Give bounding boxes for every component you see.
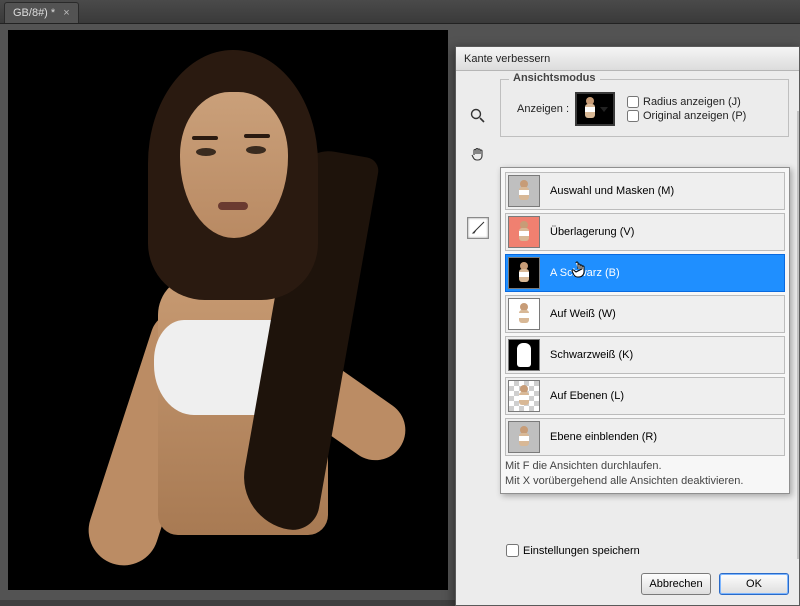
close-icon[interactable]: × bbox=[63, 7, 69, 19]
cancel-button[interactable]: Abbrechen bbox=[641, 573, 711, 595]
original-checkbox-label: Original anzeigen (P) bbox=[643, 110, 746, 122]
view-option-thumb bbox=[508, 175, 540, 207]
view-option-l[interactable]: Auf Ebenen (L) bbox=[505, 377, 785, 415]
view-option-k[interactable]: Schwarzweiß (K) bbox=[505, 336, 785, 374]
view-option-label: Auf Weiß (W) bbox=[550, 308, 616, 320]
view-mode-dropdown-button[interactable] bbox=[575, 92, 615, 126]
image-canvas[interactable] bbox=[8, 30, 448, 590]
document-tab[interactable]: GB/8#) * × bbox=[4, 2, 79, 23]
ok-button[interactable]: OK bbox=[719, 573, 789, 595]
workspace: Kante verbessern Ansichtsmodus A bbox=[0, 24, 800, 600]
view-option-label: A Schwarz (B) bbox=[550, 267, 620, 279]
dialog-title: Kante verbessern bbox=[464, 53, 550, 65]
view-option-b[interactable]: A Schwarz (B) bbox=[505, 254, 785, 292]
photo-subject bbox=[118, 50, 398, 590]
view-option-label: Ebene einblenden (R) bbox=[550, 431, 657, 443]
view-option-label: Auf Ebenen (L) bbox=[550, 390, 624, 402]
view-option-r[interactable]: Ebene einblenden (R) bbox=[505, 418, 785, 456]
zoom-tool-icon[interactable] bbox=[467, 105, 489, 127]
view-option-label: Schwarzweiß (K) bbox=[550, 349, 633, 361]
show-label: Anzeigen : bbox=[509, 103, 569, 115]
hand-tool-icon[interactable] bbox=[467, 143, 489, 165]
view-option-w[interactable]: Auf Weiß (W) bbox=[505, 295, 785, 333]
original-checkbox-input[interactable] bbox=[627, 110, 639, 122]
view-option-thumb bbox=[508, 380, 540, 412]
view-mode-legend: Ansichtsmodus bbox=[509, 72, 600, 84]
view-mode-dropdown-list: Auswahl und Masken (M) Überlagerung (V) A … bbox=[500, 167, 790, 494]
view-option-v[interactable]: Überlagerung (V) bbox=[505, 213, 785, 251]
save-settings-label: Einstellungen speichern bbox=[523, 545, 640, 557]
view-option-thumb bbox=[508, 298, 540, 330]
radius-checkbox-input[interactable] bbox=[627, 96, 639, 108]
document-tab-bar: GB/8#) * × bbox=[0, 0, 800, 24]
view-mode-group: Ansichtsmodus Anzeigen : Radius anzeigen… bbox=[500, 79, 789, 137]
view-dropdown-hints: Mit F die Ansichten durchlaufen.Mit X vo… bbox=[505, 459, 785, 489]
cancel-button-label: Abbrechen bbox=[649, 578, 702, 590]
radius-checkbox-label: Radius anzeigen (J) bbox=[643, 96, 741, 108]
ok-button-label: OK bbox=[746, 578, 762, 590]
view-option-thumb bbox=[508, 216, 540, 248]
document-tab-title: GB/8#) * bbox=[13, 7, 55, 19]
view-option-label: Überlagerung (V) bbox=[550, 226, 634, 238]
save-settings-checkbox[interactable] bbox=[506, 544, 519, 557]
view-option-thumb bbox=[508, 257, 540, 289]
view-option-label: Auswahl und Masken (M) bbox=[550, 185, 674, 197]
view-option-thumb bbox=[508, 421, 540, 453]
refine-edge-dialog: Kante verbessern Ansichtsmodus A bbox=[455, 46, 800, 606]
view-option-thumb bbox=[508, 339, 540, 371]
dialog-divider bbox=[797, 111, 799, 559]
refine-brush-tool-icon[interactable] bbox=[467, 217, 489, 239]
dialog-title-bar[interactable]: Kante verbessern bbox=[456, 47, 799, 71]
chevron-down-icon bbox=[600, 107, 608, 112]
view-option-m[interactable]: Auswahl und Masken (M) bbox=[505, 172, 785, 210]
view-thumb-icon bbox=[583, 97, 597, 121]
original-checkbox[interactable]: Original anzeigen (P) bbox=[627, 110, 746, 122]
radius-checkbox[interactable]: Radius anzeigen (J) bbox=[627, 96, 746, 108]
